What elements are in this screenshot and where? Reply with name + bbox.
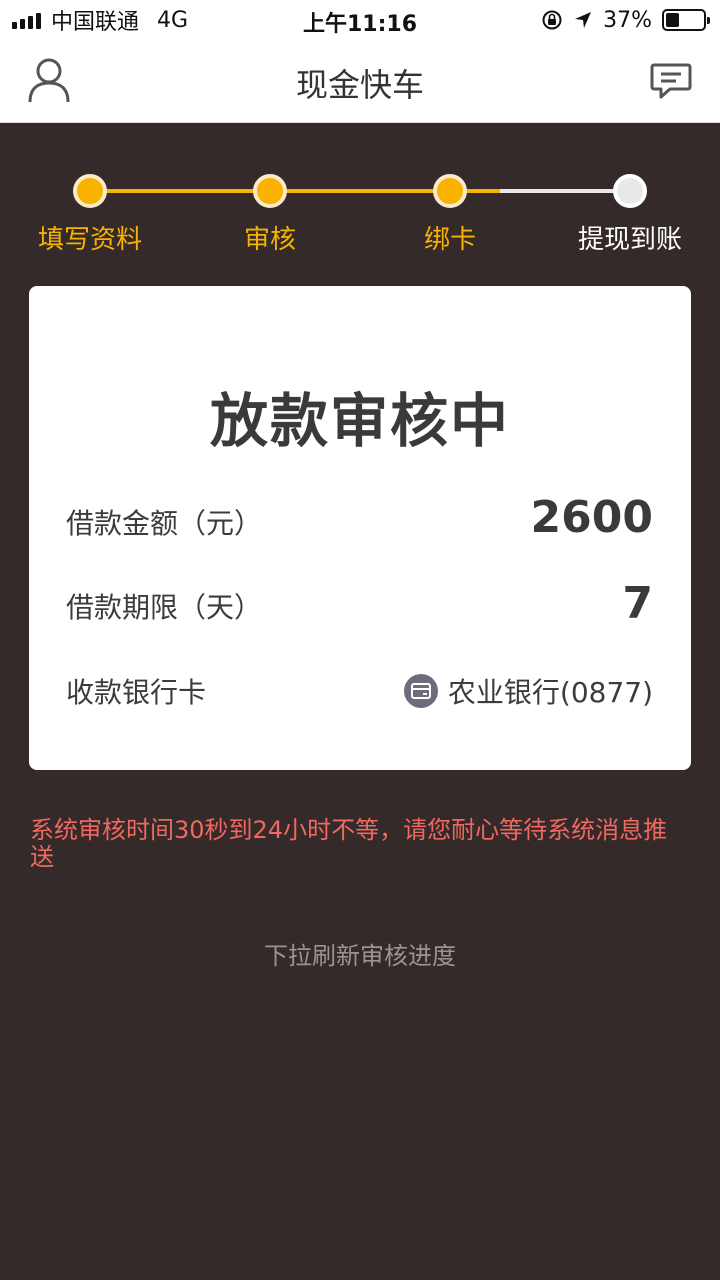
battery-icon — [662, 9, 710, 31]
orientation-lock-icon — [542, 10, 562, 30]
step-label-withdraw: 提现到账 — [577, 225, 682, 255]
step-dot-4 — [613, 174, 647, 208]
bank-card-value: 农业银行(0877) — [447, 676, 653, 709]
location-icon — [575, 12, 592, 28]
step-label-bind-card: 绑卡 — [423, 225, 476, 255]
step-connector — [90, 189, 270, 193]
step-dot-3 — [433, 174, 467, 208]
step-label-review: 审核 — [243, 225, 296, 255]
bank-card-label: 收款银行卡 — [66, 676, 207, 709]
progress-steps: 填写资料 审核 绑卡 提现到账 — [0, 123, 720, 273]
step-dot-2 — [253, 174, 287, 208]
card-title: 放款审核中 — [209, 387, 510, 455]
step-dot-1 — [73, 174, 107, 208]
message-icon[interactable] — [650, 62, 692, 100]
loan-amount-label: 借款金额（元） — [66, 507, 263, 540]
page-title: 现金快车 — [295, 66, 424, 104]
bank-card-icon — [403, 674, 438, 708]
loan-term-label: 借款期限（天） — [66, 591, 263, 624]
nav-bar: 现金快车 — [0, 40, 720, 123]
status-bar: 中国联通 4G 上午11:16 37% — [0, 0, 720, 40]
step-connector — [500, 189, 630, 193]
step-connector — [270, 189, 450, 193]
bank-card-info: 农业银行(0877) — [403, 671, 653, 711]
loan-term-value: 7 — [622, 578, 653, 629]
loan-status-card: 放款审核中 借款金额（元） 2600 借款期限（天） 7 收款银行卡 农业银行(… — [29, 286, 691, 770]
step-label-fill-info: 填写资料 — [37, 225, 142, 255]
loan-amount-value: 2600 — [530, 492, 653, 543]
battery-fill — [666, 13, 680, 27]
review-notice: 系统审核时间30秒到24小时不等，请您耐心等待系统消息推送 — [30, 816, 668, 871]
pull-refresh-hint: 下拉刷新审核进度 — [264, 942, 456, 970]
battery-percent: 37% — [603, 7, 652, 33]
